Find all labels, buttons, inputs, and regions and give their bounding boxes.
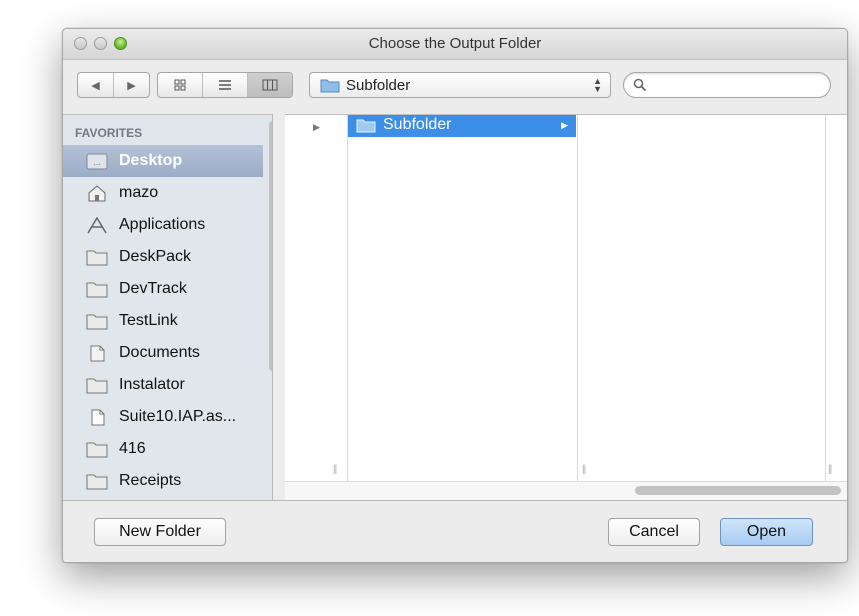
- column-browser: ▶ || Subfolder ▶ || ||: [285, 114, 847, 500]
- sidebar-scrollbar[interactable]: [269, 121, 272, 371]
- browser-column-1[interactable]: Subfolder ▶ ||: [348, 115, 586, 481]
- list-view-icon: [219, 80, 231, 90]
- sidebar-item-instalator[interactable]: Instalator: [63, 369, 263, 401]
- folder-icon: [86, 314, 108, 330]
- sidebar-item-mazo[interactable]: mazo: [63, 177, 263, 209]
- folder-icon: [356, 119, 376, 133]
- folder-icon: [86, 442, 108, 458]
- location-popup-label: Subfolder: [346, 77, 411, 94]
- column-view-button[interactable]: [248, 73, 292, 97]
- list-item-label: Subfolder: [383, 116, 452, 133]
- folder-icon: [86, 474, 108, 490]
- sidebar-item-label: Applications: [119, 216, 206, 233]
- sidebar-item-416[interactable]: 416: [63, 433, 263, 465]
- browser-column-0[interactable]: ▶ ||: [285, 115, 348, 481]
- sidebar-item-label: DeskPack: [119, 248, 192, 265]
- search-icon: [633, 78, 647, 92]
- horizontal-scrollbar[interactable]: [285, 481, 847, 500]
- title-bar[interactable]: Choose the Output Folder: [63, 29, 847, 60]
- sidebar-item-label: Desktop: [119, 152, 183, 169]
- sidebar-item-desktop[interactable]: ... Desktop: [63, 145, 263, 177]
- sidebar-item-label: TestLink: [119, 312, 178, 329]
- back-arrow-icon: ◀: [91, 79, 100, 92]
- folder-icon: [320, 79, 340, 93]
- forward-button[interactable]: ▶: [114, 73, 149, 97]
- horizontal-scroll-thumb[interactable]: [635, 486, 841, 495]
- sidebar-item-applications[interactable]: Applications: [63, 209, 263, 241]
- column-resize-handle[interactable]: ||: [828, 464, 832, 475]
- sidebar-item-label: Receipts: [119, 472, 182, 489]
- updown-chevron-icon: ▲ ▼: [593, 76, 602, 94]
- icon-view-icon: [174, 79, 186, 91]
- sidebar-heading-favorites: FAVORITES: [75, 126, 143, 140]
- dialog-footer: New Folder Cancel Open: [63, 500, 847, 562]
- sidebar: FAVORITES ... Desktop mazo Applications: [63, 114, 273, 500]
- file-icon: [91, 409, 105, 426]
- sidebar-item-label: 416: [119, 440, 146, 457]
- desktop-icon: ...: [86, 153, 108, 170]
- choose-folder-dialog: Choose the Output Folder ◀ ▶ Subfolder ▲…: [62, 28, 848, 563]
- sidebar-item-receipts[interactable]: Receipts: [63, 465, 263, 497]
- sidebar-item-deskpack[interactable]: DeskPack: [63, 241, 263, 273]
- navigation-buttons: ◀ ▶: [77, 72, 150, 98]
- cancel-button[interactable]: Cancel: [608, 518, 700, 546]
- sidebar-item-documents[interactable]: Documents: [63, 337, 263, 369]
- search-field[interactable]: [623, 72, 831, 98]
- forward-arrow-icon: ▶: [127, 79, 136, 92]
- column-resize-handle[interactable]: ||: [333, 464, 337, 475]
- sidebar-item-devtrack[interactable]: DevTrack: [63, 273, 263, 305]
- disclosure-arrow-icon: ▶: [313, 122, 320, 132]
- dialog-title: Choose the Output Folder: [368, 35, 542, 52]
- sidebar-item-label: DevTrack: [119, 280, 187, 297]
- list-view-button[interactable]: [203, 73, 248, 97]
- folder-icon: [86, 282, 108, 298]
- icon-view-button[interactable]: [158, 73, 203, 97]
- sidebar-item-label: Suite10.IAP.as...: [119, 408, 237, 425]
- folder-icon: [86, 250, 108, 266]
- sidebar-item-testlink[interactable]: TestLink: [63, 305, 263, 337]
- open-button[interactable]: Open: [720, 518, 813, 546]
- view-mode-buttons: [157, 72, 293, 98]
- column-view-icon: [262, 79, 278, 91]
- applications-icon: [87, 217, 107, 234]
- browser-column-2[interactable]: ||: [578, 115, 832, 481]
- sidebar-item-label: Documents: [119, 344, 200, 361]
- documents-icon: [90, 345, 105, 362]
- sidebar-item-label: Instalator: [119, 376, 185, 393]
- home-icon: [88, 185, 106, 202]
- new-folder-button[interactable]: New Folder: [94, 518, 226, 546]
- folder-icon: [86, 378, 108, 394]
- list-item[interactable]: Subfolder ▶: [348, 115, 576, 137]
- svg-text:...: ...: [94, 158, 101, 167]
- back-button[interactable]: ◀: [78, 73, 114, 97]
- location-popup[interactable]: Subfolder ▲ ▼: [309, 72, 611, 98]
- sidebar-item-suite10[interactable]: Suite10.IAP.as...: [63, 401, 263, 433]
- sidebar-item-label: mazo: [119, 184, 159, 201]
- chevron-right-icon: ▶: [561, 120, 568, 130]
